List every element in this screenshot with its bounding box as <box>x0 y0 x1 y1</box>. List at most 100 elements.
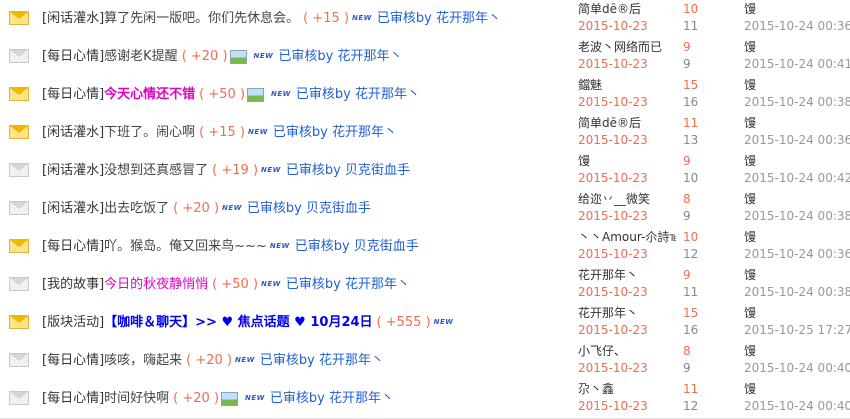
last-post: 馒 2015-10-24 00:42 <box>744 153 850 187</box>
last-poster-link[interactable]: 馒 <box>744 267 848 284</box>
thread-author: 小飞仔、 2015-10-23 <box>578 343 676 377</box>
thread-category[interactable]: [每日心情] <box>42 353 104 368</box>
thread-category[interactable]: [闲话灌水] <box>42 163 104 178</box>
thread-stats: 89 <box>683 343 723 377</box>
author-name-link[interactable]: 尕丶鑫 <box>578 381 676 398</box>
thread-category[interactable]: [每日心情] <box>42 391 104 406</box>
envelope-icon <box>9 277 29 291</box>
reply-number: 15 <box>683 78 699 92</box>
thread-title-link[interactable]: 今天心情还不错 <box>104 87 195 102</box>
last-post: 馒 2015-10-24 00:40 <box>744 343 850 377</box>
thread-title-link[interactable]: 时间好快啊 <box>104 391 169 406</box>
author-name-link[interactable]: 小飞仔、 <box>578 343 676 360</box>
author-name-link[interactable]: 鐺魅 <box>578 77 676 94</box>
envelope-hot-icon <box>9 87 29 101</box>
thread-reply-count: ( +20 ) <box>181 49 228 64</box>
view-number: 9 <box>683 361 691 375</box>
new-badge: NEW <box>253 52 274 60</box>
thread-title-link[interactable]: 没想到还真感冒了 <box>104 163 208 178</box>
review-status: 已审核by 花开那年丶 <box>272 125 397 140</box>
post-date: 2015-10-23 <box>578 19 648 33</box>
reply-number: 9 <box>683 268 691 282</box>
thread-title-link[interactable]: 咳咳，嗨起来 <box>104 353 182 368</box>
thread-category[interactable]: [我的故事] <box>42 277 104 292</box>
image-attachment-icon <box>247 87 265 102</box>
post-date: 2015-10-23 <box>578 399 648 413</box>
thread-title-link[interactable]: 出去吃饭了 <box>104 201 169 216</box>
new-badge: NEW <box>245 394 265 402</box>
review-status: 已审核by 贝克街血手 <box>285 163 410 178</box>
thread-stats: 10 11 <box>683 1 723 35</box>
last-post: 馒 2015-10-24 00:38 <box>744 77 850 111</box>
post-date: 2015-10-23 <box>578 285 648 299</box>
last-post-time: 2015-10-24 00:36 <box>744 247 850 261</box>
reply-number: 9 <box>683 154 691 168</box>
thread-title-link[interactable]: 吖。猴岛。俺又回来鸟~~~ <box>104 239 267 254</box>
thread-category[interactable]: [闲话灌水] <box>42 125 104 140</box>
post-date: 2015-10-23 <box>578 171 648 185</box>
last-post: 馒 2015-10-25 17:27 <box>744 305 850 339</box>
last-poster-link[interactable]: 馒 <box>744 191 848 208</box>
envelope-icon <box>9 391 29 405</box>
thread-reply-count: ( +19 ) <box>212 163 259 178</box>
thread-category[interactable]: [每日心情] <box>42 49 104 64</box>
last-post-time: 2015-10-24 00:40 <box>744 361 850 375</box>
new-badge: NEW <box>352 14 372 22</box>
author-name-link[interactable]: 老波丶网络而已 <box>578 39 676 56</box>
last-poster-link[interactable]: 馒 <box>744 77 848 94</box>
thread-title-link[interactable]: 算了先闲一版吧。你们先休息会。 <box>104 11 299 26</box>
post-date: 2015-10-23 <box>578 247 648 261</box>
thread-author: 鐺魅 2015-10-23 <box>578 77 676 111</box>
author-name-link[interactable]: 馒 <box>578 153 676 170</box>
author-name-link[interactable]: 简单dē®后 <box>578 1 676 18</box>
view-number: 12 <box>683 399 699 413</box>
thread-category[interactable]: [每日心情] <box>42 239 104 254</box>
last-poster-link[interactable]: 馒 <box>744 381 848 398</box>
author-name-link[interactable]: 花开那年丶 <box>578 267 676 284</box>
post-date: 2015-10-23 <box>578 133 648 147</box>
review-status: 已审核by 花开那年丶 <box>278 49 403 64</box>
reply-number: 11 <box>683 382 699 396</box>
thread-reply-count: ( +20 ) <box>186 353 233 368</box>
thread-subject: [每日心情]时间好快啊 ( +20 ) NEW 已审核by 花开那年丶 <box>42 390 572 407</box>
thread-category[interactable]: [闲话灌水] <box>42 201 104 216</box>
last-poster-link[interactable]: 馒 <box>744 115 848 132</box>
thread-title-link[interactable]: 【咖啡＆聊天】>> ♥ 焦点话题 ♥ 10月24日 <box>104 315 372 330</box>
last-poster-link[interactable]: 馒 <box>744 305 848 322</box>
envelope-icon <box>9 49 29 63</box>
last-poster-link[interactable]: 馒 <box>744 39 848 56</box>
thread-category[interactable]: [闲话灌水] <box>42 11 104 26</box>
review-status: 已审核by 花开那年丶 <box>295 87 420 102</box>
last-poster-link[interactable]: 馒 <box>744 343 848 360</box>
author-name-link[interactable]: 给迩丷__微笑 <box>578 191 676 208</box>
author-name-link[interactable]: 丶丶Amour-尒詩℡ <box>578 229 676 246</box>
thread-category[interactable]: [版块活动] <box>42 315 104 330</box>
thread-reply-count: ( +50 ) <box>212 277 259 292</box>
thread-stats: 15 16 <box>683 305 723 339</box>
thread-row: [我的故事]今日的秋夜静悄悄 ( +50 ) NEW 已审核by 花开那年丶 花开那年丶… <box>0 266 850 305</box>
thread-title-link[interactable]: 今日的秋夜静悄悄 <box>104 277 208 292</box>
thread-subject: [版块活动]【咖啡＆聊天】>> ♥ 焦点话题 ♥ 10月24日 ( +555 ) N… <box>42 314 572 331</box>
thread-title-link[interactable]: 下班了。闹心啊 <box>104 125 195 140</box>
author-name-link[interactable]: 简单dē®后 <box>578 115 676 132</box>
thread-row: [闲话灌水]没想到还真感冒了( +19 ) NEW 已审核by 贝克街血手馒 2015… <box>0 152 850 191</box>
thread-reply-count: ( +50 ) <box>199 87 246 102</box>
author-name-link[interactable]: 花开那年丶 <box>578 305 676 322</box>
view-number: 12 <box>683 247 699 261</box>
thread-category[interactable]: [每日心情] <box>42 87 104 102</box>
thread-title-link[interactable]: 感谢老K提醒 <box>104 49 178 64</box>
new-badge: NEW <box>433 318 454 326</box>
last-poster-link[interactable]: 馒 <box>744 153 848 170</box>
last-poster-link[interactable]: 馒 <box>744 229 848 246</box>
review-status: 已审核by 花开那年丶 <box>285 277 410 292</box>
envelope-icon <box>9 353 29 367</box>
image-attachment-icon <box>229 49 247 64</box>
reply-number: 15 <box>683 306 699 320</box>
last-post-time: 2015-10-24 00:42 <box>744 171 850 185</box>
thread-row: [闲话灌水]出去吃饭了( +20 ) NEW 已审核by 贝克街血手 给迩丷__微笑 2… <box>0 190 850 229</box>
thread-reply-count: ( +15 ) <box>199 125 246 140</box>
review-status: 已审核by 花开那年丶 <box>269 391 394 406</box>
thread-row: [版块活动]【咖啡＆聊天】>> ♥ 焦点话题 ♥ 10月24日 ( +555 ) N… <box>0 304 850 343</box>
thread-stats: 11 12 <box>683 381 723 415</box>
last-poster-link[interactable]: 馒 <box>744 1 848 18</box>
